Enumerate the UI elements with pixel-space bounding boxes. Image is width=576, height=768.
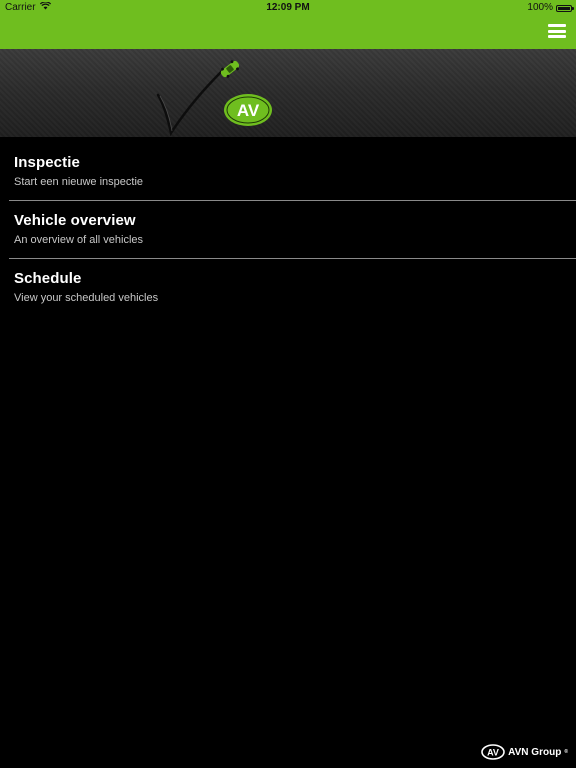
navigation-bar: [0, 16, 576, 49]
status-bar: Carrier 12:09 PM 100%: [0, 0, 576, 16]
menu-item-subtitle: View your scheduled vehicles: [14, 292, 159, 304]
avn-logo-icon: AV: [481, 744, 505, 760]
menu-item-vehicle-overview[interactable]: Vehicle overview An overview of all vehi…: [0, 201, 576, 258]
footer-brand-name: AVN Group: [508, 746, 562, 758]
menu-item-inspectie[interactable]: Inspectie Start een nieuwe inspectie: [0, 143, 576, 200]
banner-texture: [0, 49, 576, 137]
menu-line: [548, 29, 566, 33]
registered-mark: ®: [564, 749, 568, 755]
header-banner: AV: [0, 49, 576, 137]
menu-item-title: Inspectie: [14, 154, 80, 171]
menu-item-title: Vehicle overview: [14, 212, 136, 229]
status-time: 12:09 PM: [266, 2, 310, 13]
status-right: 100%: [527, 0, 574, 16]
footer-brand-logo: AV AVN Group ®: [481, 744, 568, 760]
menu-line: [548, 24, 566, 27]
menu-item-schedule[interactable]: Schedule View your scheduled vehicles: [0, 259, 576, 316]
hamburger-menu-icon[interactable]: [548, 22, 566, 40]
menu-line: [548, 35, 566, 38]
menu-item-subtitle: Start een nieuwe inspectie: [14, 176, 144, 188]
avn-checkmark-logo: AV: [156, 60, 272, 137]
battery-icon: [556, 4, 574, 12]
battery-percent: 100%: [527, 2, 553, 13]
battery-level-fill: [558, 6, 570, 10]
banner-logo-text: AV: [237, 101, 260, 120]
menu-item-subtitle: An overview of all vehicles: [14, 234, 144, 246]
menu-item-title: Schedule: [14, 270, 82, 287]
footer-brand-mark: AV: [487, 748, 499, 758]
app-screen: Carrier 12:09 PM 100% AV Inspectie Start…: [0, 0, 576, 768]
main-menu-list: Inspectie Start een nieuwe inspectie Veh…: [0, 143, 576, 316]
